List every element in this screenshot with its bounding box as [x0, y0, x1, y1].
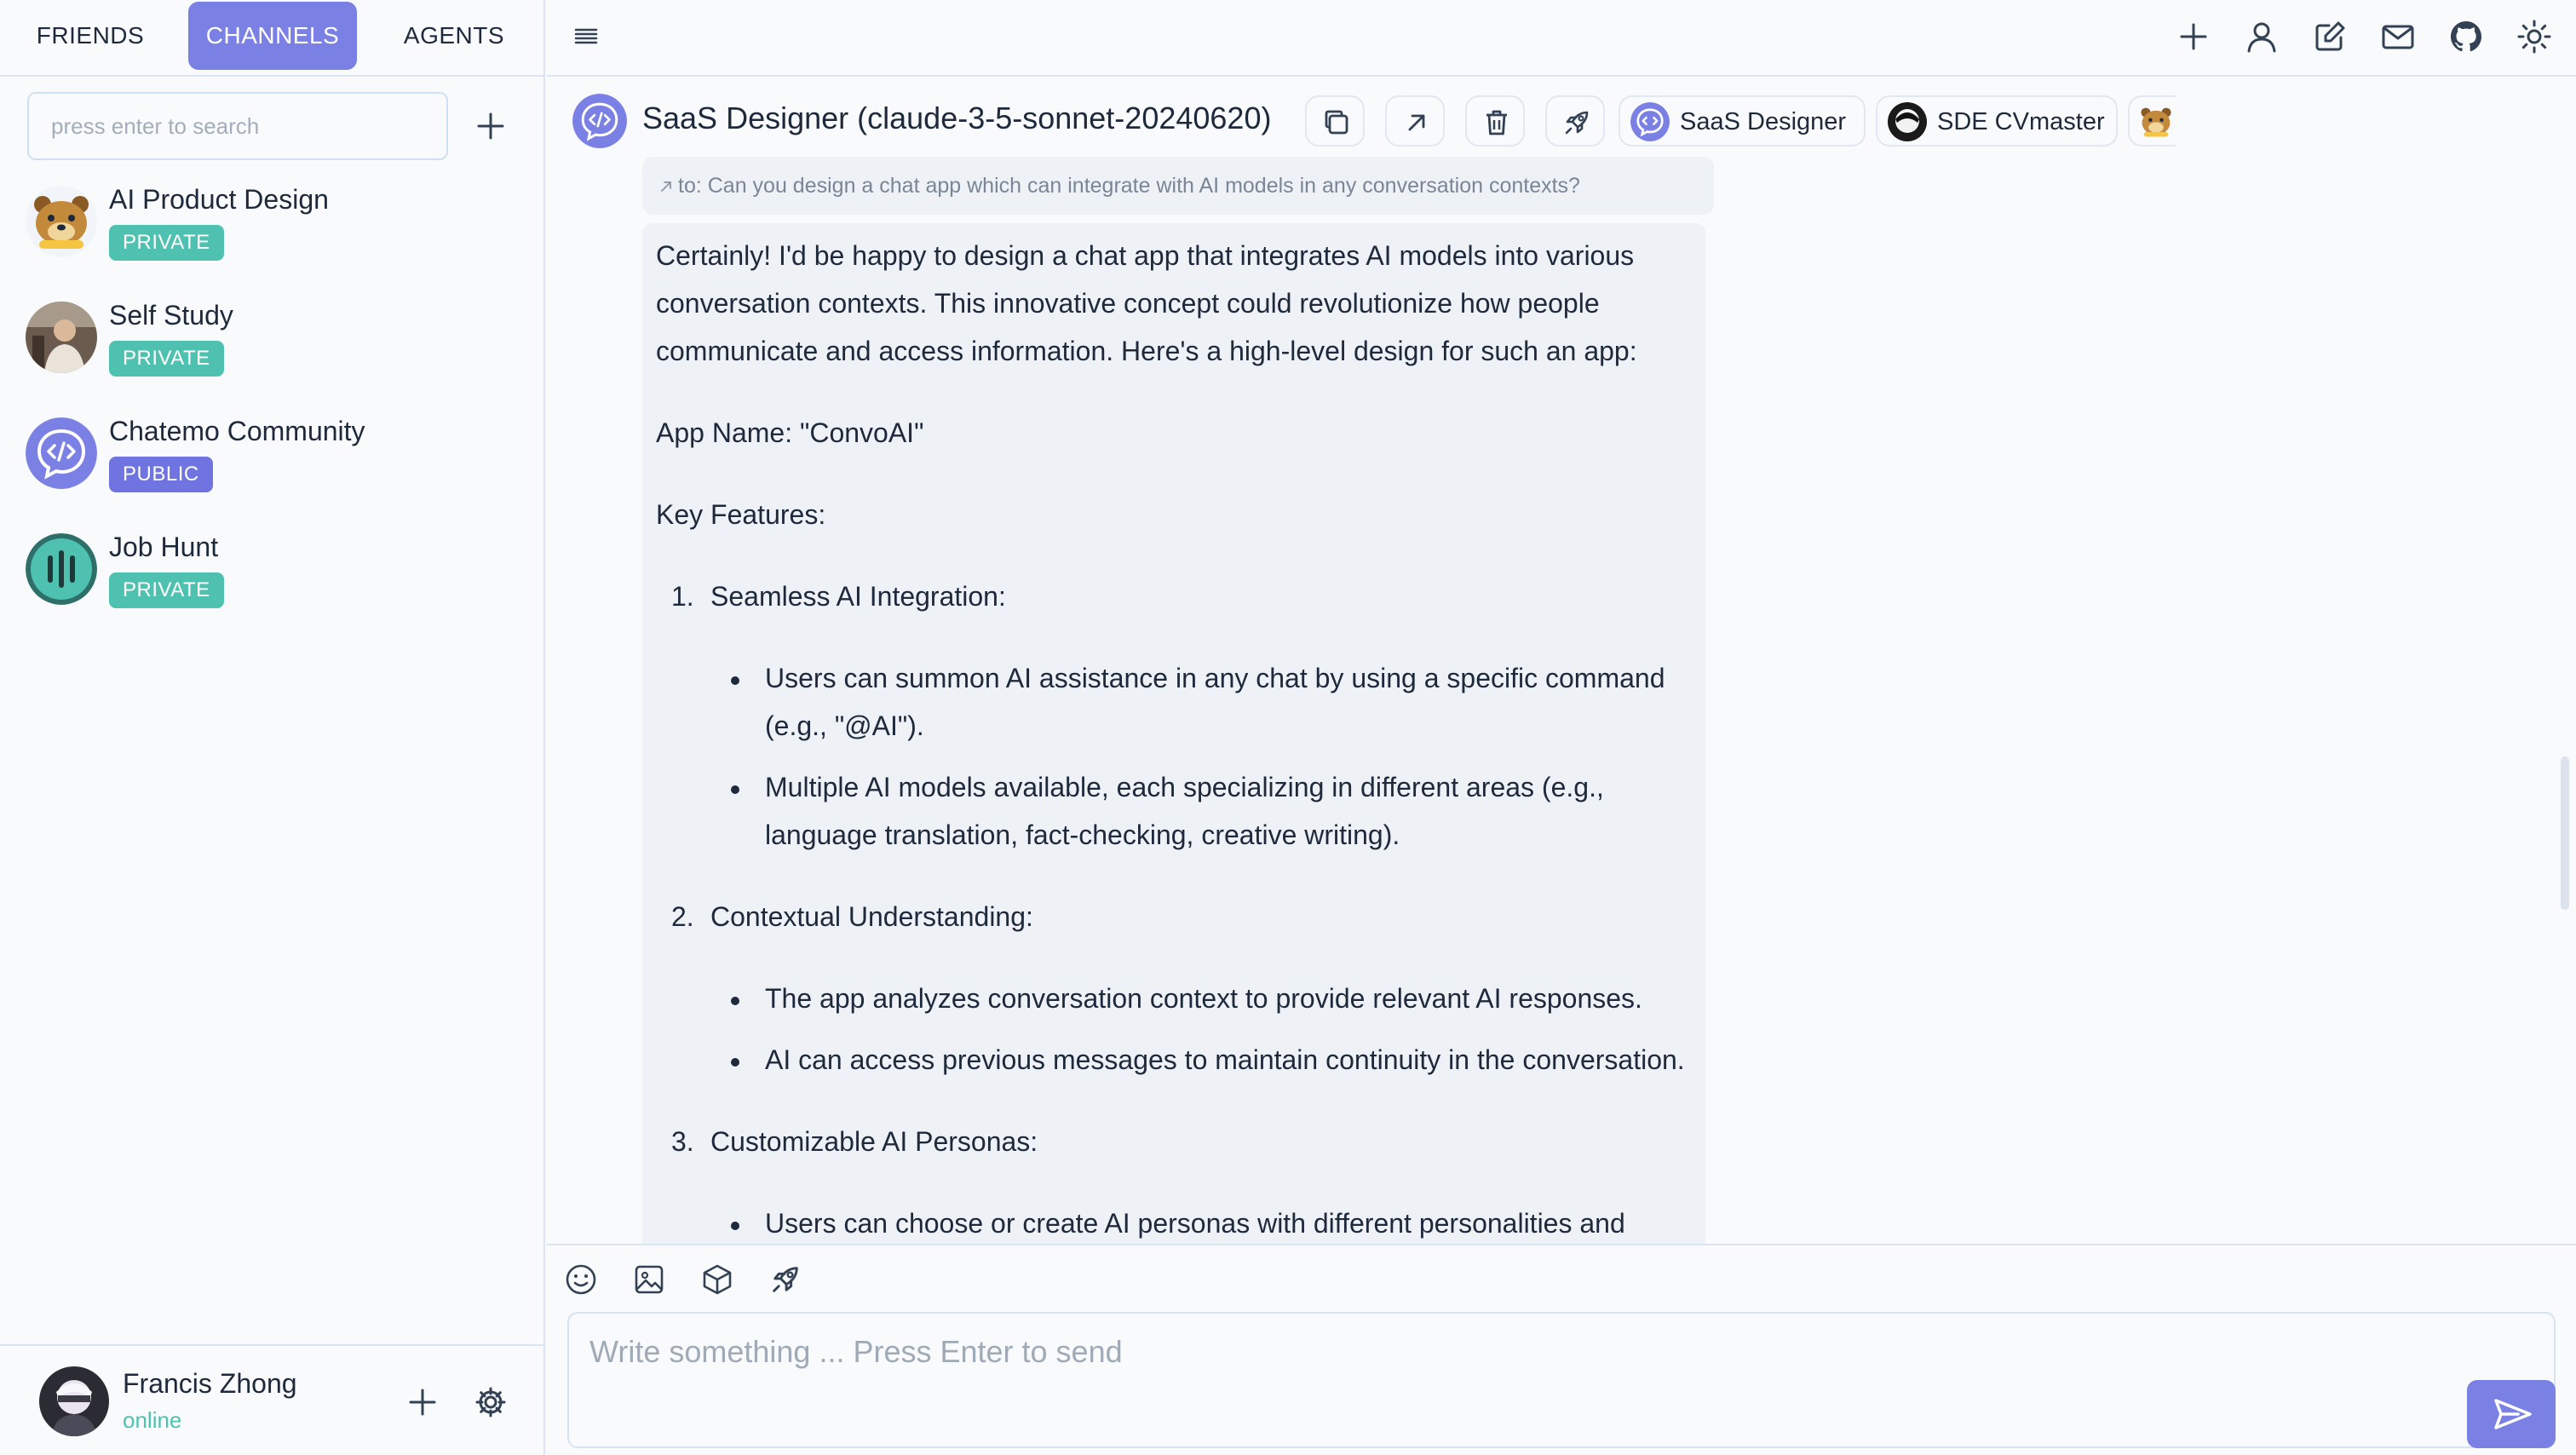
tab-channels[interactable]: CHANNELS: [188, 2, 357, 70]
plus-icon[interactable]: [2176, 19, 2211, 55]
menu-icon[interactable]: [571, 20, 601, 51]
composer-toolbar: [547, 1244, 2576, 1312]
channel-name: AI Product Design: [109, 184, 329, 215]
agent-chip-name: SDE CVmaster: [1937, 108, 2105, 135]
list-number: 2.: [671, 901, 694, 932]
message-line: The app analyzes conversation context to…: [765, 983, 1642, 1014]
gear-icon[interactable]: [474, 1385, 508, 1419]
github-icon[interactable]: [2448, 19, 2484, 55]
sidebar: FRIENDS CHANNELS AGENTS AI Product Desig…: [0, 0, 545, 1455]
agent-chip[interactable]: SDE CVmaster: [1876, 95, 2118, 147]
agent-chip-name: SaaS Designer: [1680, 108, 1847, 135]
edit-icon[interactable]: [2312, 19, 2348, 55]
copy-button[interactable]: [1305, 95, 1365, 147]
bullet: [731, 785, 739, 794]
message-line: Users can summon AI assistance in any ch…: [765, 663, 1665, 693]
tab-agents[interactable]: AGENTS: [392, 2, 516, 70]
channel-name: Chatemo Community: [109, 416, 365, 446]
add-channel-icon[interactable]: [474, 109, 508, 143]
user-icon[interactable]: [2244, 19, 2280, 55]
visibility-badge: PRIVATE: [109, 572, 224, 608]
agent-chip[interactable]: SaaS Designer: [1619, 95, 1866, 147]
channel-item[interactable]: Self Study PRIVATE: [26, 290, 520, 388]
search-input[interactable]: [27, 92, 448, 160]
message-line: Certainly! I'd be happy to design a chat…: [656, 240, 1635, 271]
bullet: [731, 676, 739, 685]
message-line: App Name: "ConvoAI": [656, 417, 924, 448]
code-chat-avatar[interactable]: [572, 94, 627, 148]
photo-avatar: [26, 302, 97, 373]
message-line: Users can choose or create AI personas w…: [765, 1208, 1625, 1239]
rocket-icon[interactable]: [768, 1262, 802, 1297]
sun-icon[interactable]: [2516, 19, 2552, 55]
delete-button[interactable]: [1465, 95, 1525, 147]
reply-reference-text: to: Can you design a chat app which can …: [678, 174, 1580, 198]
trash-icon: [1486, 110, 1507, 135]
send-icon: [2494, 1399, 2532, 1429]
copy-icon: [1325, 110, 1348, 135]
launch-button[interactable]: [1545, 95, 1605, 147]
agent-title: SaaS Designer (claude-3-5-sonnet-2024062…: [642, 101, 1272, 135]
avatar[interactable]: [39, 1366, 109, 1436]
arrow-up-right-icon: [1408, 114, 1425, 131]
channel-item[interactable]: Job Hunt PRIVATE: [26, 521, 520, 620]
bullet: [731, 1222, 739, 1230]
channel-item[interactable]: AI Product Design PRIVATE: [26, 174, 520, 273]
bear-avatar: [2136, 102, 2176, 141]
visibility-badge: PRIVATE: [109, 225, 224, 261]
plus-icon[interactable]: [405, 1385, 440, 1419]
message-line: Key Features:: [656, 499, 826, 530]
image-icon[interactable]: [632, 1262, 666, 1297]
message-line: Multiple AI models available, each speci…: [765, 772, 1604, 802]
bars-avatar: [26, 533, 97, 605]
list-number: 1.: [671, 581, 694, 612]
visibility-badge: PUBLIC: [109, 457, 213, 492]
channel-name: Job Hunt: [109, 532, 219, 562]
message-bubble: Certainly! I'd be happy to design a chat…: [642, 223, 1705, 1244]
message-line: language translation, fact-checking, cre…: [765, 820, 1400, 850]
message-line: AI can access previous messages to maint…: [765, 1044, 1685, 1075]
channel-item[interactable]: Chatemo Community PUBLIC: [26, 405, 520, 504]
list-heading: Contextual Understanding:: [710, 901, 1033, 932]
user-status: online: [123, 1407, 182, 1433]
bullet: [731, 1058, 739, 1067]
cube-icon[interactable]: [700, 1262, 734, 1297]
message-input[interactable]: [567, 1312, 2556, 1448]
chat-header: SaaS Designer (claude-3-5-sonnet-2024062…: [547, 78, 2576, 158]
list-heading: Customizable AI Personas:: [710, 1126, 1038, 1157]
bear-avatar: [26, 186, 97, 257]
code-chat-avatar: [26, 417, 97, 489]
channel-name: Self Study: [109, 300, 233, 331]
arrow-up-right-icon: [658, 157, 678, 215]
top-bar: [547, 0, 2576, 77]
send-button[interactable]: [2467, 1380, 2556, 1448]
list-heading: Seamless AI Integration:: [710, 581, 1006, 612]
photo-avatar: [1888, 102, 1927, 141]
open-external-button[interactable]: [1385, 95, 1445, 147]
tab-friends[interactable]: FRIENDS: [22, 2, 158, 70]
sidebar-tabs: FRIENDS CHANNELS AGENTS: [0, 0, 545, 77]
message-line: conversation contexts. This innovative c…: [656, 288, 1600, 319]
smile-icon[interactable]: [564, 1262, 598, 1297]
mail-icon[interactable]: [2380, 19, 2416, 55]
message-line: (e.g., "@AI").: [765, 710, 924, 741]
bullet: [731, 997, 739, 1005]
list-number: 3.: [671, 1126, 694, 1157]
agent-chip[interactable]: [2128, 95, 2176, 147]
rocket-icon: [1565, 111, 1589, 135]
code-chat-avatar: [1630, 102, 1670, 141]
message-line: communicate and access information. Here…: [656, 336, 1637, 366]
scrollbar[interactable]: [2561, 756, 2569, 910]
user-panel: Francis Zhong online: [0, 1344, 545, 1455]
visibility-badge: PRIVATE: [109, 341, 224, 377]
user-name: Francis Zhong: [123, 1368, 297, 1399]
reply-reference[interactable]: to: Can you design a chat app which can …: [642, 157, 1714, 215]
